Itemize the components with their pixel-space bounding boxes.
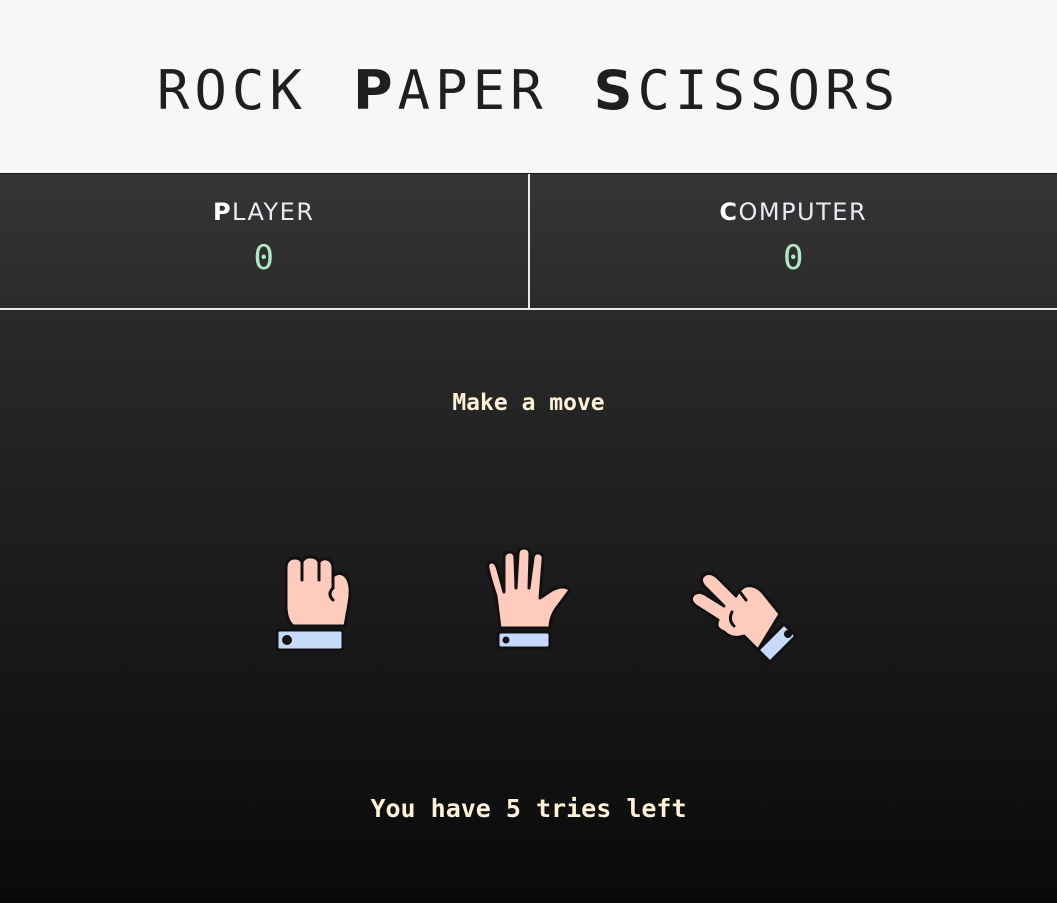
move-prompt: Make a move [452,390,605,416]
player-score-panel: PLAYER 0 [0,174,530,308]
scissors-button[interactable] [684,548,804,668]
computer-label: COMPUTER [719,198,868,226]
open-hand-icon [486,548,572,650]
game-arena: Make a move You have 5 tries left [0,310,1057,903]
title-word-scissors: S CISSORS [593,58,901,122]
computer-score: 0 [783,238,804,278]
scoreboard: PLAYER 0 COMPUTER 0 [0,173,1057,310]
computer-score-panel: COMPUTER 0 [530,174,1057,308]
title-word-paper: P APER [352,58,548,122]
fist-hand-icon [275,555,352,652]
player-label: PLAYER [212,198,315,226]
peace-hand-icon [689,572,798,664]
page-title: R OCK P APER S CISSORS [156,58,901,122]
paper-button[interactable] [470,548,590,668]
header: R OCK P APER S CISSORS [0,0,1057,173]
move-options [0,548,1057,668]
tries-remaining: You have 5 tries left [370,794,687,823]
player-score: 0 [253,238,274,278]
rock-button[interactable] [253,548,373,668]
title-word-rock: R OCK [156,58,307,122]
